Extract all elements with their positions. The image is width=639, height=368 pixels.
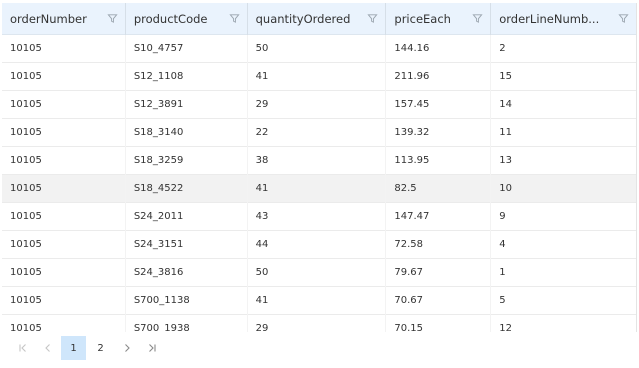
table-cell: S24_2011 [126, 203, 248, 231]
table-cell: S700_1938 [126, 315, 248, 332]
table-cell: 139.32 [386, 119, 492, 147]
table-cell: 29 [248, 315, 387, 332]
page-number: 2 [97, 342, 104, 354]
table-cell: 144.16 [386, 35, 492, 63]
page-2-button[interactable]: 2 [88, 336, 113, 360]
column-header-label: priceEach [394, 12, 451, 26]
table-cell: 9 [499, 211, 506, 222]
table-cell: 10105 [2, 91, 126, 119]
filter-icon[interactable] [367, 13, 379, 24]
table-cell: S700_1138 [126, 287, 248, 315]
table-cell: S18_3259 [126, 147, 248, 175]
next-page-icon [124, 344, 130, 352]
table-cell: 79.67 [386, 259, 492, 287]
column-header-orderNumber[interactable]: orderNumber [2, 3, 126, 35]
table-row[interactable]: 10105 S10_4757 50 144.16 2 [2, 35, 636, 63]
table-cell: 15 [499, 71, 512, 82]
table-cell: 72.58 [386, 231, 492, 259]
table-cell: 10105 [2, 203, 126, 231]
table-row[interactable]: 10105 S24_3151 44 72.58 4 [2, 231, 636, 259]
column-header-priceEach[interactable]: priceEach [386, 3, 492, 35]
table-row[interactable]: 10105 S18_4522 41 82.5 10 [2, 175, 636, 203]
table-cell: 10105 [2, 231, 126, 259]
table-cell: 82.5 [386, 175, 492, 203]
column-header-label: orderNumber [10, 12, 87, 26]
last-page-icon [148, 344, 156, 352]
table-cell: 41 [248, 63, 387, 91]
first-page-icon [18, 344, 26, 352]
table-cell: 70.15 [386, 315, 492, 332]
table-row[interactable]: 10105 S24_3816 50 79.67 1 [2, 259, 636, 287]
table-cell: 10105 [2, 259, 126, 287]
table-row[interactable]: 10105 S12_1108 41 211.96 15 [2, 63, 636, 91]
table-cell: 10105 [2, 63, 126, 91]
table-cell: 211.96 [386, 63, 492, 91]
table-cell: S12_1108 [126, 63, 248, 91]
table-cell: 10105 [2, 35, 126, 63]
prev-page-icon [44, 344, 50, 352]
table-cell: 41 [248, 175, 387, 203]
table-cell: 157.45 [386, 91, 492, 119]
table-cell: 70.67 [386, 287, 492, 315]
table-cell: 4 [499, 239, 506, 250]
last-page-button[interactable] [139, 336, 164, 360]
table-row[interactable]: 10105 S18_3140 22 139.32 11 [2, 119, 636, 147]
column-header-label: productCode [133, 12, 208, 26]
filter-icon[interactable] [472, 13, 483, 24]
next-page-button[interactable] [114, 336, 139, 360]
table-cell: S10_4757 [126, 35, 248, 63]
table-row[interactable]: 10105 S24_2011 43 147.47 9 [2, 203, 636, 231]
table-cell: 147.47 [386, 203, 492, 231]
table-cell: 29 [248, 91, 387, 119]
table-cell: 22 [248, 119, 387, 147]
data-grid: orderNumber productCode quantityOrdered … [2, 3, 637, 332]
table-cell: 10105 [2, 119, 126, 147]
table-cell: 113.95 [386, 147, 492, 175]
column-header-orderLineNumber[interactable]: orderLineNumb... [491, 3, 636, 35]
table-cell: 10 [499, 183, 512, 194]
table-cell: 5 [499, 295, 506, 306]
table-cell: 10105 [2, 175, 126, 203]
column-header-label: quantityOrdered [255, 12, 351, 26]
table-row[interactable]: 10105 S18_3259 38 113.95 13 [2, 147, 636, 175]
column-header-label: orderLineNumb... [499, 12, 600, 26]
table-row[interactable]: 10105 S700_1138 41 70.67 5 [2, 287, 636, 315]
table-row[interactable]: 10105 S12_3891 29 157.45 14 [2, 91, 636, 119]
table-cell: 10105 [2, 287, 126, 315]
table-cell: 43 [248, 203, 387, 231]
prev-page-button[interactable] [35, 336, 60, 360]
table-cell: S18_3140 [126, 119, 248, 147]
page-1-button[interactable]: 1 [61, 336, 86, 360]
table-cell: 1 [499, 267, 506, 278]
filter-icon[interactable] [229, 13, 240, 24]
table-cell: S18_4522 [126, 175, 248, 203]
filter-icon[interactable] [107, 13, 118, 24]
table-cell: 11 [499, 127, 512, 138]
table-cell: S24_3816 [126, 259, 248, 287]
column-header-quantityOrdered[interactable]: quantityOrdered [248, 3, 387, 35]
first-page-button[interactable] [10, 336, 35, 360]
grid-body: 10105 S10_4757 50 144.16 2 10105 S12_1108 41 211… [2, 35, 636, 332]
table-cell: 41 [248, 287, 387, 315]
table-cell: 44 [248, 231, 387, 259]
column-header-productCode[interactable]: productCode [126, 3, 248, 35]
table-cell: 50 [248, 259, 387, 287]
filter-icon[interactable] [618, 13, 629, 24]
table-cell: 10105 [2, 315, 126, 332]
table-cell: 13 [499, 155, 512, 166]
table-row[interactable]: 10105 S700_1938 29 70.15 12 [2, 315, 636, 332]
table-cell: 12 [499, 323, 512, 332]
table-cell: 2 [499, 43, 506, 54]
table-cell: S12_3891 [126, 91, 248, 119]
table-cell: S24_3151 [126, 231, 248, 259]
table-cell: 14 [499, 99, 512, 110]
pagination: 1 2 [10, 336, 164, 360]
grid-header: orderNumber productCode quantityOrdered … [2, 3, 636, 35]
table-cell: 38 [248, 147, 387, 175]
table-cell: 50 [248, 35, 387, 63]
page-number: 1 [70, 342, 77, 354]
table-cell: 10105 [2, 147, 126, 175]
